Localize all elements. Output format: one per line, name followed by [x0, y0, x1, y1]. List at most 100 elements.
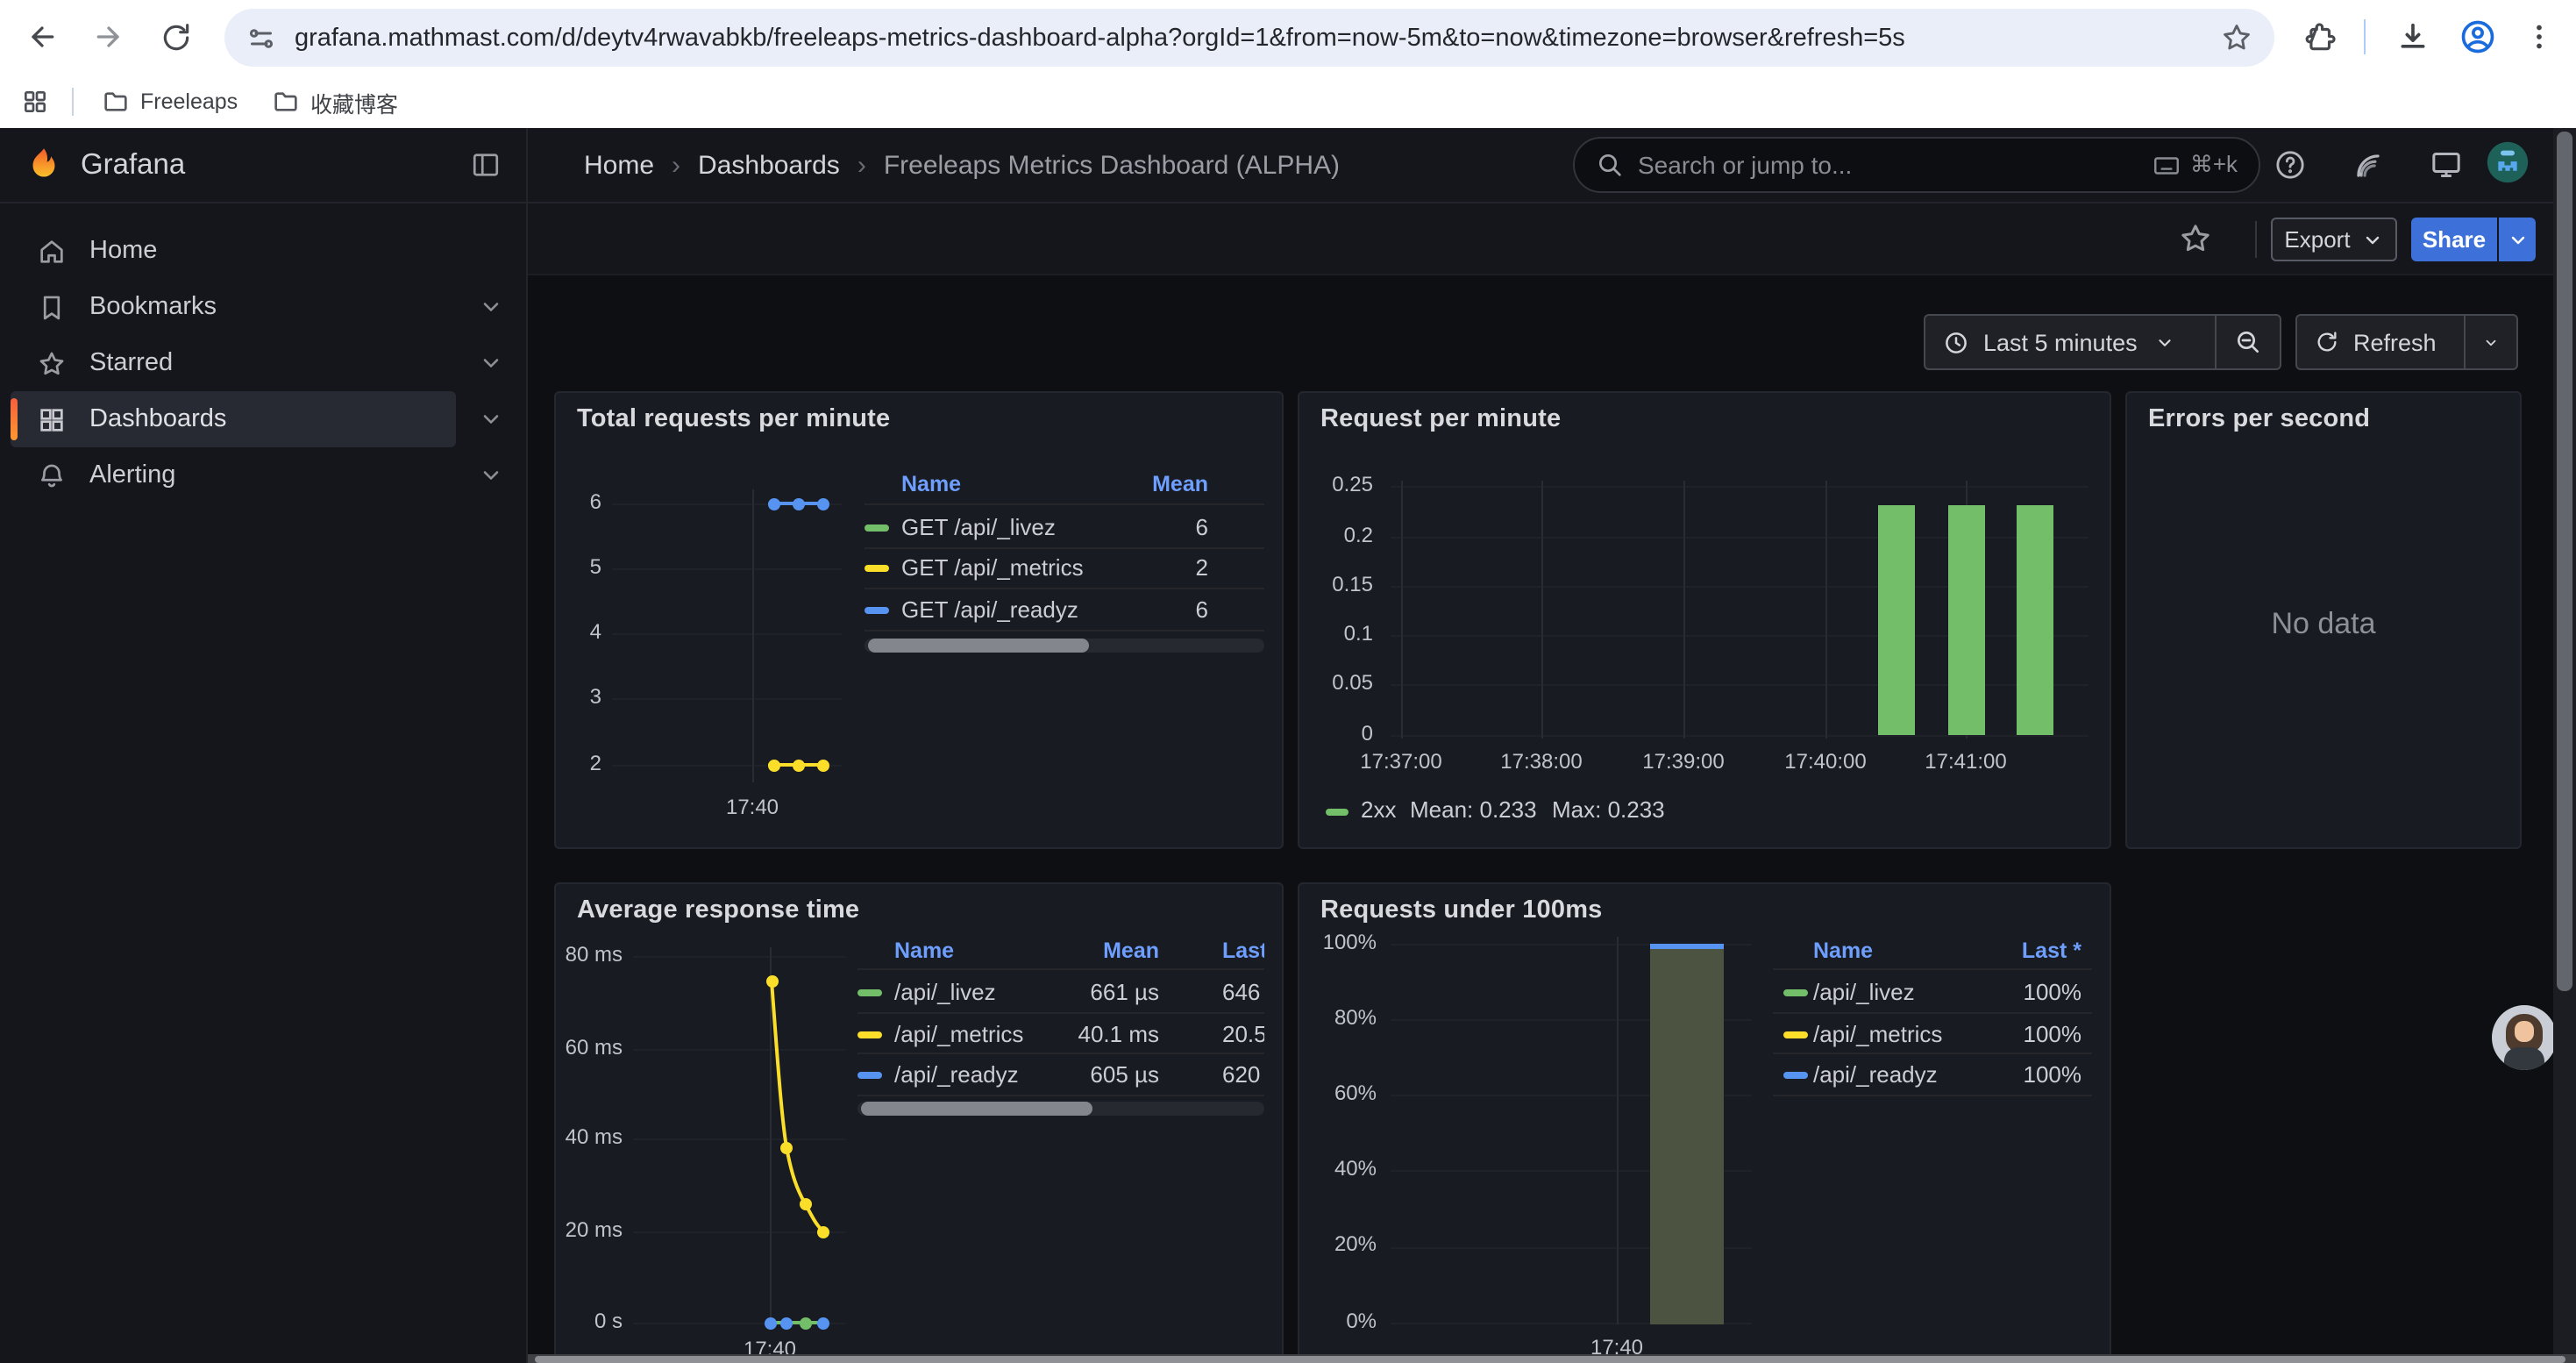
user-avatar[interactable]	[2487, 140, 2529, 182]
y-tick: 0%	[1303, 1309, 1377, 1335]
legend-series-last: 20.5 ms	[1222, 1016, 1264, 1054]
legend-scrollbar[interactable]	[865, 639, 1264, 653]
bookmark-star-icon[interactable]	[2220, 21, 2253, 54]
sidebar-item-starred[interactable]: Starred	[11, 335, 456, 391]
browser-menu-icon[interactable]	[2518, 16, 2560, 58]
panel-request-per-minute: Request per minute 0.25 0.2 0.15 0.1 0.0…	[1298, 391, 2111, 849]
zoom-out-button[interactable]	[2217, 316, 2280, 368]
legend-header-last[interactable]: Last *	[2022, 937, 2081, 965]
row-separator	[1773, 1012, 2092, 1014]
sidebar-item-bookmarks[interactable]: Bookmarks	[11, 279, 456, 335]
legend-series-name[interactable]: /api/_readyz	[1813, 1056, 1938, 1095]
chart-area[interactable]	[1391, 481, 2089, 739]
url-text[interactable]: grafana.mathmast.com/d/deytv4rwavabkb/fr…	[295, 24, 2220, 52]
bookmark-folder-blogs[interactable]: 收藏博客	[272, 84, 398, 119]
scrollbar-thumb[interactable]	[861, 1102, 1092, 1116]
legend-series-name[interactable]: /api/_metrics	[894, 1016, 1023, 1054]
subheader-divider	[2255, 221, 2257, 258]
breadcrumb: Home › Dashboards › Freeleaps Metrics Da…	[584, 128, 1340, 202]
dock-menu-icon[interactable]	[470, 149, 502, 181]
breadcrumb-home[interactable]: Home	[584, 150, 654, 180]
legend-header-mean[interactable]: Mean	[1103, 937, 1159, 965]
y-tick: 3	[566, 684, 601, 710]
legend-series-mean: 661 µs	[1090, 974, 1159, 1012]
scrollbar-thumb[interactable]	[535, 1356, 2565, 1363]
chart-area[interactable]	[633, 947, 845, 1330]
chevron-down-icon[interactable]	[477, 461, 505, 489]
scrollbar-thumb[interactable]	[2557, 132, 2572, 991]
legend-header-name[interactable]: Name	[894, 937, 954, 965]
browser-reload-icon[interactable]	[154, 16, 196, 58]
panel-title[interactable]: Requests under 100ms	[1320, 896, 1603, 924]
legend-header-name[interactable]: Name	[1813, 937, 1873, 965]
time-range-picker[interactable]: Last 5 minutes	[1925, 316, 2215, 368]
y-tick: 80 ms	[556, 942, 623, 968]
extensions-icon[interactable]	[2299, 16, 2341, 58]
no-data-message: No data	[2127, 607, 2520, 642]
legend-series-name[interactable]: GET /api/_readyz	[901, 591, 1078, 630]
chart-area[interactable]	[1391, 937, 1752, 1324]
legend-series-name[interactable]: 2xx	[1361, 796, 1396, 824]
y-tick: 0.2	[1303, 523, 1373, 549]
share-menu-button[interactable]	[2499, 218, 2536, 261]
panel-title[interactable]: Average response time	[577, 896, 859, 924]
legend-series-name[interactable]: /api/_livez	[1813, 974, 1915, 1012]
series-marker	[1783, 1072, 1808, 1079]
share-button[interactable]: Share	[2411, 218, 2497, 261]
keyboard-icon	[2152, 150, 2181, 180]
legend-mean: Mean: 0.233	[1410, 796, 1537, 824]
series-marker	[1326, 809, 1348, 816]
panel-total-requests: Total requests per minute 6 5 4 3 2 17:4…	[554, 391, 1284, 849]
legend-header-name[interactable]: Name	[901, 470, 961, 498]
row-separator	[857, 968, 1264, 970]
refresh-button[interactable]: Refresh	[2297, 316, 2464, 368]
legend-series-name[interactable]: /api/_readyz	[894, 1056, 1019, 1095]
sidebar-item-home[interactable]: Home	[11, 223, 456, 279]
legend-series-value: 2	[1196, 549, 1208, 588]
chart-area[interactable]	[608, 481, 845, 796]
floating-assistant-avatar[interactable]	[2492, 1005, 2557, 1070]
vertical-scrollbar[interactable]	[2553, 128, 2576, 1363]
legend-series-value: 100%	[2024, 1056, 2082, 1095]
chevron-down-icon[interactable]	[477, 293, 505, 321]
site-settings-icon[interactable]	[246, 22, 277, 54]
export-button[interactable]: Export	[2271, 218, 2397, 261]
search-input[interactable]: Search or jump to... ⌘+k	[1573, 137, 2260, 193]
scrollbar-thumb[interactable]	[868, 639, 1089, 653]
row-separator	[1773, 968, 2092, 970]
sidebar-item-dashboards[interactable]: Dashboards	[11, 391, 456, 447]
help-icon[interactable]	[2269, 144, 2311, 186]
y-tick: 0.1	[1303, 621, 1373, 647]
legend-header-mean[interactable]: Mean	[1152, 470, 1208, 498]
news-icon[interactable]	[2346, 144, 2388, 186]
chevron-down-icon	[2155, 332, 2174, 352]
horizontal-scrollbar[interactable]	[528, 1354, 2576, 1363]
apps-grid-icon[interactable]	[21, 88, 49, 116]
chevron-down-icon[interactable]	[477, 349, 505, 377]
sidebar-item-alerting[interactable]: Alerting	[11, 447, 456, 503]
legend-series-name[interactable]: GET /api/_livez	[901, 509, 1056, 547]
sidebar-item-label: Home	[89, 237, 157, 265]
time-controls: Last 5 minutes	[1924, 314, 2281, 370]
address-bar[interactable]: grafana.mathmast.com/d/deytv4rwavabkb/fr…	[224, 9, 2274, 67]
legend-header-last[interactable]: Last *	[1222, 937, 1264, 965]
chevron-down-icon[interactable]	[477, 405, 505, 433]
legend-series-name[interactable]: GET /api/_metrics	[901, 549, 1084, 588]
download-icon[interactable]	[2392, 16, 2434, 58]
breadcrumb-dashboards[interactable]: Dashboards	[698, 150, 840, 180]
legend-scrollbar[interactable]	[857, 1102, 1264, 1116]
refresh-label: Refresh	[2353, 329, 2437, 355]
legend-table: Name Mean GET /api/_livez 6 GET /api/_me…	[865, 470, 1264, 667]
legend-series-name[interactable]: /api/_livez	[894, 974, 996, 1012]
panel-title[interactable]: Errors per second	[2148, 405, 2370, 433]
monitor-icon[interactable]	[2425, 144, 2467, 186]
legend-series-name[interactable]: /api/_metrics	[1813, 1016, 1942, 1054]
favorite-star-icon[interactable]	[2178, 221, 2213, 256]
panel-title[interactable]: Total requests per minute	[577, 405, 890, 433]
profile-icon[interactable]	[2457, 16, 2499, 58]
browser-forward-icon[interactable]	[88, 16, 130, 58]
refresh-interval-button[interactable]	[2466, 316, 2516, 368]
bookmark-folder-freeleaps[interactable]: Freeleaps	[102, 84, 238, 119]
y-tick: 0 s	[556, 1309, 623, 1335]
panel-title[interactable]: Request per minute	[1320, 405, 1561, 433]
